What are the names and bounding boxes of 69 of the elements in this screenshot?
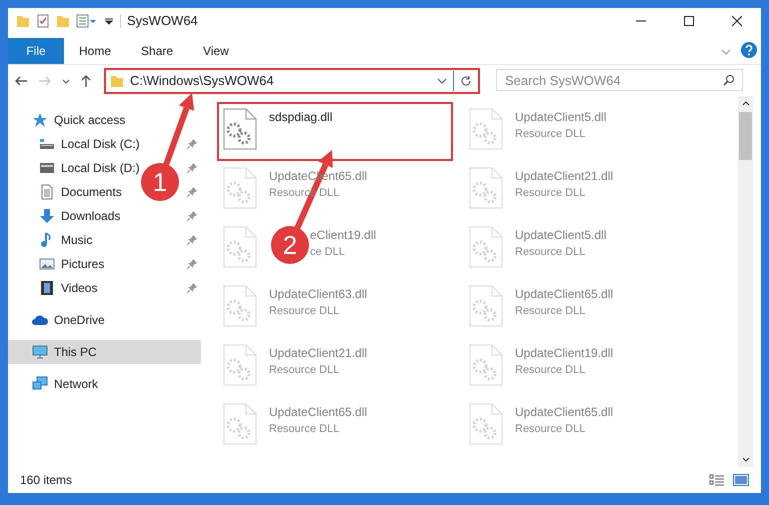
film-icon xyxy=(39,280,55,296)
customize-icon[interactable] xyxy=(76,14,98,28)
gear-file-icon[interactable] xyxy=(223,108,257,150)
properties-icon[interactable] xyxy=(36,14,50,28)
details-view-icon[interactable] xyxy=(709,473,725,487)
help-icon[interactable] xyxy=(741,42,757,58)
nav-item[interactable]: Documents xyxy=(61,183,122,201)
window-title: SysWOW64 xyxy=(127,12,198,30)
drive-icon xyxy=(39,136,55,152)
up-arrow-icon[interactable] xyxy=(80,74,92,88)
file-name: eClient19.dll xyxy=(310,227,376,244)
nav-item[interactable]: Videos xyxy=(61,279,98,297)
nav-item[interactable]: Local Disk (C:) xyxy=(61,135,140,153)
monitor-icon xyxy=(32,344,48,360)
nav-item[interactable]: This PC xyxy=(54,343,97,361)
dropdown-caret-icon[interactable] xyxy=(437,76,447,86)
picture-icon xyxy=(39,256,55,272)
ribbon-tab[interactable]: File xyxy=(8,38,64,64)
file-name: UpdateClient5.dll xyxy=(515,109,606,126)
file-type: Resource DLL xyxy=(269,422,340,437)
address-bar[interactable]: C:\Windows\SysWOW64 xyxy=(104,68,480,94)
file-name: UpdateClient5.dll xyxy=(515,227,606,244)
step-badge: 2 xyxy=(271,226,309,264)
file-name: UpdateClient19.dll xyxy=(515,345,614,362)
file-type: Resource DLL xyxy=(515,186,586,201)
scroll-thumb[interactable] xyxy=(739,112,752,160)
file-type: ce DLL xyxy=(310,245,345,260)
file-type: Resource DLL xyxy=(515,245,586,260)
file-type: Resource DLL xyxy=(515,304,586,319)
nav-item[interactable]: Network xyxy=(54,375,98,393)
star-icon xyxy=(32,112,48,128)
expand-ribbon-icon[interactable] xyxy=(721,48,731,56)
file-name: UpdateClient65.dll xyxy=(515,404,614,421)
ribbon-tab[interactable]: Home xyxy=(64,38,126,64)
scrollbar[interactable] xyxy=(738,96,753,467)
file-name: sdspdiag.dll xyxy=(269,109,332,126)
back-arrow-icon[interactable] xyxy=(14,74,28,88)
nav-item[interactable]: Downloads xyxy=(61,207,120,225)
nav-item[interactable]: Pictures xyxy=(61,255,104,273)
ribbon-tab[interactable]: Share xyxy=(126,38,188,64)
file-type: Resource DLL xyxy=(515,127,586,142)
file-name: UpdateClient63.dll xyxy=(269,286,368,303)
nav-item[interactable]: Quick access xyxy=(54,111,126,129)
nav-item-highlight[interactable]: This PC xyxy=(8,340,201,364)
address-path: C:\Windows\SysWOW64 xyxy=(130,72,274,90)
status-text: 160 items xyxy=(20,472,72,489)
download-arrow-icon xyxy=(39,208,55,224)
thumbnail-view-icon[interactable] xyxy=(733,473,749,487)
refresh-icon[interactable] xyxy=(460,74,472,86)
file-highlight-box[interactable]: sdspdiag.dll xyxy=(217,102,453,161)
step-badge: 1 xyxy=(141,163,179,201)
file-name: UpdateClient21.dll xyxy=(269,345,368,362)
network-icon xyxy=(32,376,48,392)
file-type: Resource DLL xyxy=(269,363,340,378)
ribbon-tab[interactable]: View xyxy=(188,38,244,64)
search-field[interactable]: Search SysWOW64 xyxy=(496,69,743,91)
file-name: UpdateClient65.dll xyxy=(269,404,368,421)
search-icon xyxy=(723,74,735,86)
folder-icon xyxy=(110,74,124,88)
drive-icon xyxy=(39,160,55,176)
file-type: Resource DLL xyxy=(269,304,340,319)
nav-item[interactable]: OneDrive xyxy=(54,311,105,329)
file-type: Resource DLL xyxy=(515,363,586,378)
nav-item[interactable]: Local Disk (D:) xyxy=(61,159,140,177)
nav-item[interactable]: Music xyxy=(61,231,92,249)
file-name: UpdateClient21.dll xyxy=(515,168,614,185)
file-type: Resource DLL xyxy=(515,422,586,437)
document-icon xyxy=(39,184,55,200)
file-name: UpdateClient65.dll xyxy=(515,286,614,303)
